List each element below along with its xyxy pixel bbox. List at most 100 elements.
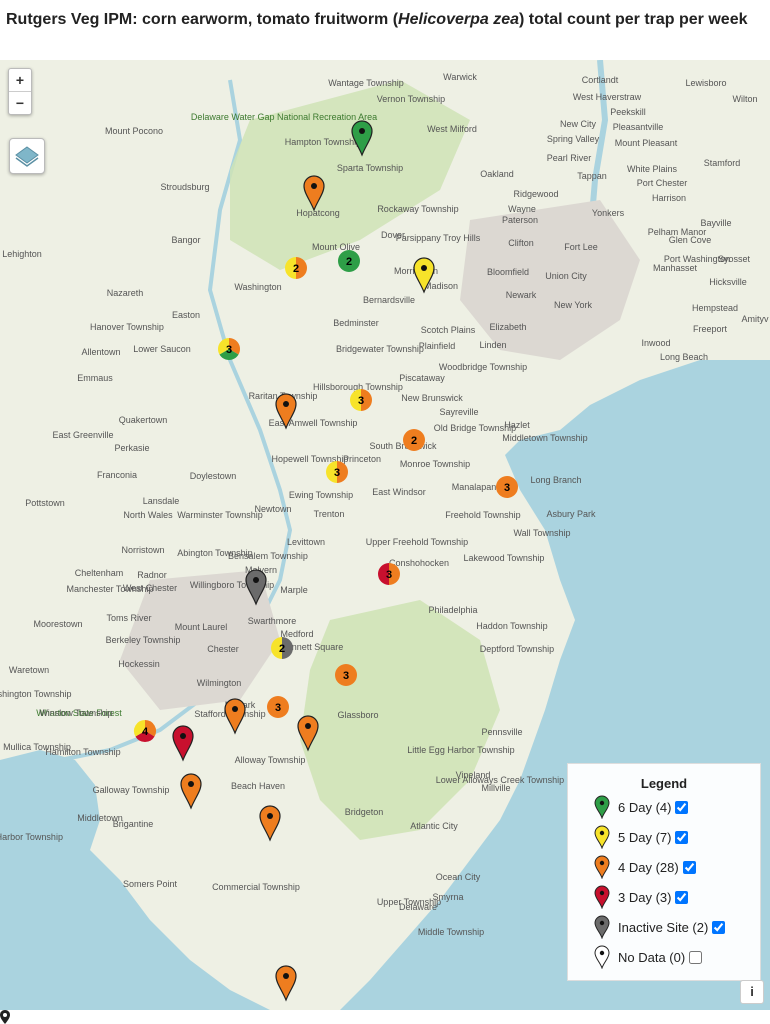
trap-cluster[interactable]: 3 xyxy=(378,563,400,585)
map-label: Little Egg Harbor Township xyxy=(407,745,514,755)
cluster-count: 3 xyxy=(334,467,340,479)
map-label: Brigantine xyxy=(113,819,154,829)
legend-label: No Data (0) xyxy=(618,949,686,965)
cluster-count: 2 xyxy=(411,435,417,447)
map-label: Bedminster xyxy=(333,318,379,328)
map-label: Hampton Township xyxy=(285,137,361,147)
map-pin-dot xyxy=(232,706,238,712)
legend-panel: Legend 6 Day (4) 5 Day (7) 4 Day (28) 3 Day… xyxy=(567,763,761,981)
trap-cluster[interactable]: 3 xyxy=(335,664,357,686)
map-label: Vernon Township xyxy=(377,94,445,104)
map-label: Harrison xyxy=(652,193,686,203)
map-label: Monroe Township xyxy=(400,459,470,469)
trap-cluster[interactable]: 3 xyxy=(218,338,240,360)
map-label: Emmaus xyxy=(77,373,113,383)
trap-cluster[interactable]: 3 xyxy=(267,696,289,718)
map-label: West Chester xyxy=(123,583,177,593)
legend-title: Legend xyxy=(640,776,688,791)
map-label: Doylestown xyxy=(190,471,237,481)
trap-cluster[interactable]: 2 xyxy=(285,257,307,279)
map-label: Haddon Township xyxy=(476,621,547,631)
map-label: Peekskill xyxy=(610,107,646,117)
map-label: Freeport xyxy=(693,324,728,334)
map-label: Warminster Township xyxy=(177,510,263,520)
map-pin-dot xyxy=(283,973,289,979)
legend-pin-icon xyxy=(594,945,610,969)
legend-item: 4 Day (28) xyxy=(594,855,696,879)
map-label: Piscataway xyxy=(399,373,445,383)
cluster-count: 3 xyxy=(386,569,392,581)
cluster-count: 2 xyxy=(293,263,299,275)
legend-checkbox[interactable] xyxy=(675,890,689,904)
zoom-out-button[interactable]: − xyxy=(9,91,31,114)
legend-label: 5 Day (7) xyxy=(618,829,672,845)
trap-cluster[interactable]: 3 xyxy=(350,389,372,411)
map-label: Wantage Township xyxy=(328,78,404,88)
map-label: Washington Township xyxy=(0,689,72,699)
map-label: Plainfield xyxy=(419,341,456,351)
legend-checkbox[interactable] xyxy=(675,800,689,814)
map-label: Hazlet xyxy=(504,420,530,430)
legend-label: 4 Day (28) xyxy=(618,859,679,875)
title-suffix: ) total count per trap per week xyxy=(519,11,748,28)
map-label: White Plains xyxy=(627,164,678,174)
trap-cluster[interactable]: 4 xyxy=(134,720,156,742)
map-label: Bangor xyxy=(171,235,200,245)
zoom-control: + − xyxy=(8,68,32,115)
trap-cluster[interactable]: 3 xyxy=(496,476,518,498)
map-label: Spring Valley xyxy=(547,134,600,144)
map-label: Wilton xyxy=(732,94,757,104)
map-label: Bensalem Township xyxy=(228,551,308,561)
map-label: New York xyxy=(554,300,593,310)
map-label: Lansdale xyxy=(143,496,180,506)
map-label: Hamilton Township xyxy=(45,747,120,757)
map-label: Egg Harbor Township xyxy=(0,832,63,842)
map-label: Elizabeth xyxy=(489,322,526,332)
legend-pin-icon xyxy=(594,795,610,819)
map-label: Easton xyxy=(172,310,200,320)
legend-label: Inactive Site (2) xyxy=(618,919,709,935)
map-pin-dot xyxy=(311,183,317,189)
map-label: Winslow Township xyxy=(39,708,112,718)
legend-checkbox[interactable] xyxy=(675,830,689,844)
map-label: Pottstown xyxy=(25,498,65,508)
map-label: Franconia xyxy=(97,470,137,480)
map-pin-dot xyxy=(305,723,311,729)
legend-checkbox[interactable] xyxy=(689,950,703,964)
legend-item: Inactive Site (2) xyxy=(594,915,726,939)
map-label: Chester xyxy=(207,644,239,654)
legend-checkbox[interactable] xyxy=(712,920,726,934)
cluster-count: 2 xyxy=(346,256,352,268)
map-label: Galloway Township xyxy=(93,785,170,795)
map-label: Amityv xyxy=(742,314,770,324)
map-label: Commercial Township xyxy=(212,882,300,892)
layers-icon xyxy=(15,146,39,167)
map-label: Inwood xyxy=(641,338,670,348)
map-label: Philadelphia xyxy=(428,605,477,615)
map-label: Lewisboro xyxy=(685,78,726,88)
title-species: Helicoverpa zea xyxy=(398,11,519,28)
layers-button[interactable] xyxy=(9,138,45,174)
trap-cluster[interactable]: 3 xyxy=(326,461,348,483)
trap-cluster[interactable]: 2 xyxy=(338,250,360,272)
legend-checkbox[interactable] xyxy=(682,860,696,874)
map-label: Linden xyxy=(479,340,506,350)
cluster-count: 2 xyxy=(279,643,285,655)
map-label: Newtown xyxy=(254,504,291,514)
cluster-count: 3 xyxy=(275,702,281,714)
map-label: Freehold Township xyxy=(445,510,520,520)
map-label: Warwick xyxy=(443,72,477,82)
map-label: Marple xyxy=(280,585,308,595)
map-label: Deptford Township xyxy=(480,644,554,654)
map-pin-dot xyxy=(421,265,427,271)
map-label: Fort Lee xyxy=(564,242,598,252)
trap-cluster[interactable]: 2 xyxy=(403,429,425,451)
map-label: Alloway Township xyxy=(235,755,306,765)
map-label: Trenton xyxy=(314,509,345,519)
title-prefix: Rutgers Veg IPM: corn earworm, tomato fr… xyxy=(6,11,399,28)
info-button[interactable]: i xyxy=(740,980,764,1004)
map-label: Tappan xyxy=(577,171,607,181)
zoom-in-button[interactable]: + xyxy=(9,69,31,91)
map-label: Vineland xyxy=(456,770,491,780)
trap-cluster[interactable]: 2 xyxy=(271,637,293,659)
